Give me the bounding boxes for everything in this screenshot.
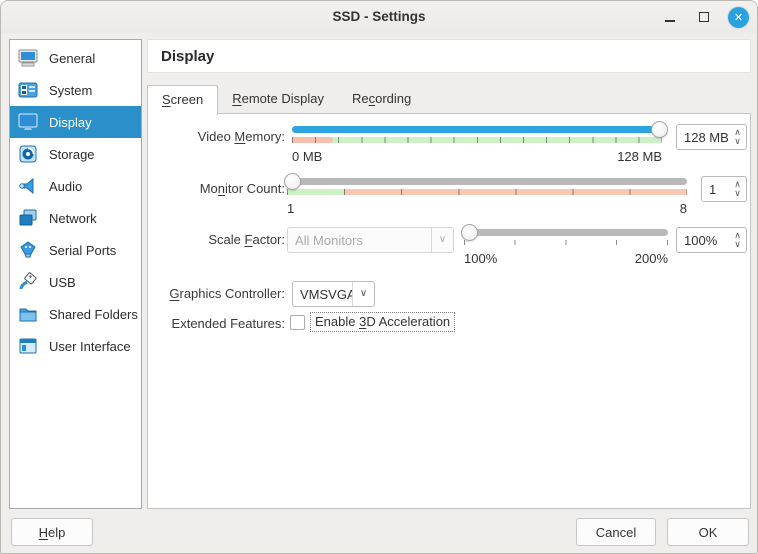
- monitor-count-label: Monitor Count:: [148, 181, 285, 196]
- monitor-count-spin-buttons[interactable]: ∧∨: [729, 180, 746, 198]
- sidebar-item-label: USB: [49, 275, 76, 290]
- page-header: Display: [147, 39, 751, 73]
- sidebar-item-label: System: [49, 83, 92, 98]
- scale-factor-monitor-value: All Monitors: [288, 233, 431, 248]
- cancel-button[interactable]: Cancel: [576, 518, 656, 546]
- page-title: Display: [161, 48, 214, 65]
- video-memory-slider-handle[interactable]: [651, 121, 668, 138]
- spin-down-icon: ∨: [734, 137, 741, 146]
- sidebar-item-storage[interactable]: Storage: [10, 138, 141, 170]
- screen-tab-panel: Video Memory: 0 MB 128 MB 128 MB ∧∨ Moni…: [147, 113, 751, 509]
- scale-factor-max-label: 200%: [635, 251, 668, 266]
- system-icon: [16, 78, 40, 102]
- video-memory-slider[interactable]: 0 MB 128 MB: [292, 126, 662, 164]
- network-icon: [16, 206, 40, 230]
- storage-icon: [16, 142, 40, 166]
- extended-features-label: Extended Features:: [148, 316, 285, 331]
- sidebar-item-serial-ports[interactable]: Serial Ports: [10, 234, 141, 266]
- general-icon: [16, 46, 40, 70]
- monitor-count-slider[interactable]: 1 8: [287, 178, 687, 216]
- monitor-count-track[interactable]: [287, 178, 687, 185]
- monitor-count-spinbox[interactable]: 1 ∧∨: [701, 176, 747, 202]
- video-memory-spinbox[interactable]: 128 MB ∧∨: [676, 124, 747, 150]
- video-memory-track[interactable]: [292, 126, 662, 133]
- sidebar-item-network[interactable]: Network: [10, 202, 141, 234]
- monitor-count-max-label: 8: [680, 201, 687, 216]
- monitor-count-value[interactable]: 1: [702, 182, 729, 197]
- monitor-count-min-label: 1: [287, 201, 294, 216]
- sidebar-item-display[interactable]: Display: [10, 106, 141, 138]
- serial-ports-icon: [16, 238, 40, 262]
- tabbar: Screen Remote Display Recording: [147, 85, 425, 114]
- graphics-controller-value: VMSVGA: [293, 287, 352, 302]
- close-button[interactable]: ✕: [728, 7, 749, 28]
- spin-down-icon: ∨: [734, 240, 741, 249]
- sidebar-item-label: Storage: [49, 147, 95, 162]
- enable-3d-acceleration-checkbox-label[interactable]: Enable 3D Acceleration: [310, 312, 455, 332]
- sidebar-item-label: Serial Ports: [49, 243, 116, 258]
- sidebar-item-label: General: [49, 51, 95, 66]
- video-memory-max-label: 128 MB: [617, 149, 662, 164]
- enable-3d-acceleration-checkbox[interactable]: [290, 315, 305, 330]
- sidebar-item-audio[interactable]: Audio: [10, 170, 141, 202]
- sidebar-item-general[interactable]: General: [10, 42, 141, 74]
- video-memory-value[interactable]: 128 MB: [677, 130, 729, 145]
- sidebar-item-usb[interactable]: USB: [10, 266, 141, 298]
- sidebar-item-label: Shared Folders: [49, 307, 138, 322]
- scale-factor-label: Scale Factor:: [148, 232, 285, 247]
- monitor-count-slider-handle[interactable]: [284, 173, 301, 190]
- tab-screen[interactable]: Screen: [147, 85, 218, 115]
- scale-factor-slider[interactable]: 100% 200%: [464, 229, 668, 266]
- sidebar-item-label: Audio: [49, 179, 82, 194]
- help-button[interactable]: Help: [11, 518, 93, 546]
- spin-down-icon: ∨: [734, 189, 741, 198]
- video-memory-label: Video Memory:: [148, 129, 285, 144]
- scale-factor-spin-buttons[interactable]: ∧∨: [729, 231, 746, 249]
- scale-factor-value[interactable]: 100%: [677, 233, 729, 248]
- sidebar-item-label: User Interface: [49, 339, 131, 354]
- video-memory-ticks: [292, 137, 662, 143]
- maximize-button[interactable]: [694, 7, 714, 27]
- sidebar-item-label: Display: [49, 115, 92, 130]
- shared-folders-icon: [16, 302, 40, 326]
- scale-factor-ticks: [464, 240, 668, 245]
- scale-factor-min-label: 100%: [464, 251, 497, 266]
- window-title: SSD - Settings: [1, 1, 757, 33]
- tab-recording[interactable]: Recording: [338, 85, 425, 114]
- chevron-down-icon: ∨: [431, 228, 453, 252]
- window-controls: ✕: [660, 1, 749, 33]
- display-icon: [16, 110, 40, 134]
- titlebar[interactable]: SSD - Settings ✕: [1, 1, 757, 33]
- scale-factor-monitor-combo: All Monitors ∨: [287, 227, 454, 253]
- sidebar-item-shared-folders[interactable]: Shared Folders: [10, 298, 141, 330]
- settings-window: SSD - Settings ✕ General System Display: [0, 0, 758, 554]
- user-interface-icon: [16, 334, 40, 358]
- sidebar: General System Display Storage Audio: [9, 39, 142, 509]
- sidebar-item-system[interactable]: System: [10, 74, 141, 106]
- monitor-count-ticks: [287, 189, 687, 195]
- graphics-controller-combo[interactable]: VMSVGA ∨: [292, 281, 375, 307]
- video-memory-min-label: 0 MB: [292, 149, 322, 164]
- video-memory-spin-buttons[interactable]: ∧∨: [729, 128, 746, 146]
- sidebar-item-user-interface[interactable]: User Interface: [10, 330, 141, 362]
- sidebar-item-label: Network: [49, 211, 97, 226]
- usb-icon: [16, 270, 40, 294]
- minimize-button[interactable]: [660, 7, 680, 27]
- scale-factor-spinbox[interactable]: 100% ∧∨: [676, 227, 747, 253]
- audio-icon: [16, 174, 40, 198]
- scale-factor-slider-handle[interactable]: [461, 224, 478, 241]
- tab-remote-display[interactable]: Remote Display: [218, 85, 338, 114]
- chevron-down-icon: ∨: [352, 282, 374, 306]
- scale-factor-track[interactable]: [464, 229, 668, 236]
- ok-button[interactable]: OK: [667, 518, 749, 546]
- graphics-controller-label: Graphics Controller:: [148, 286, 285, 301]
